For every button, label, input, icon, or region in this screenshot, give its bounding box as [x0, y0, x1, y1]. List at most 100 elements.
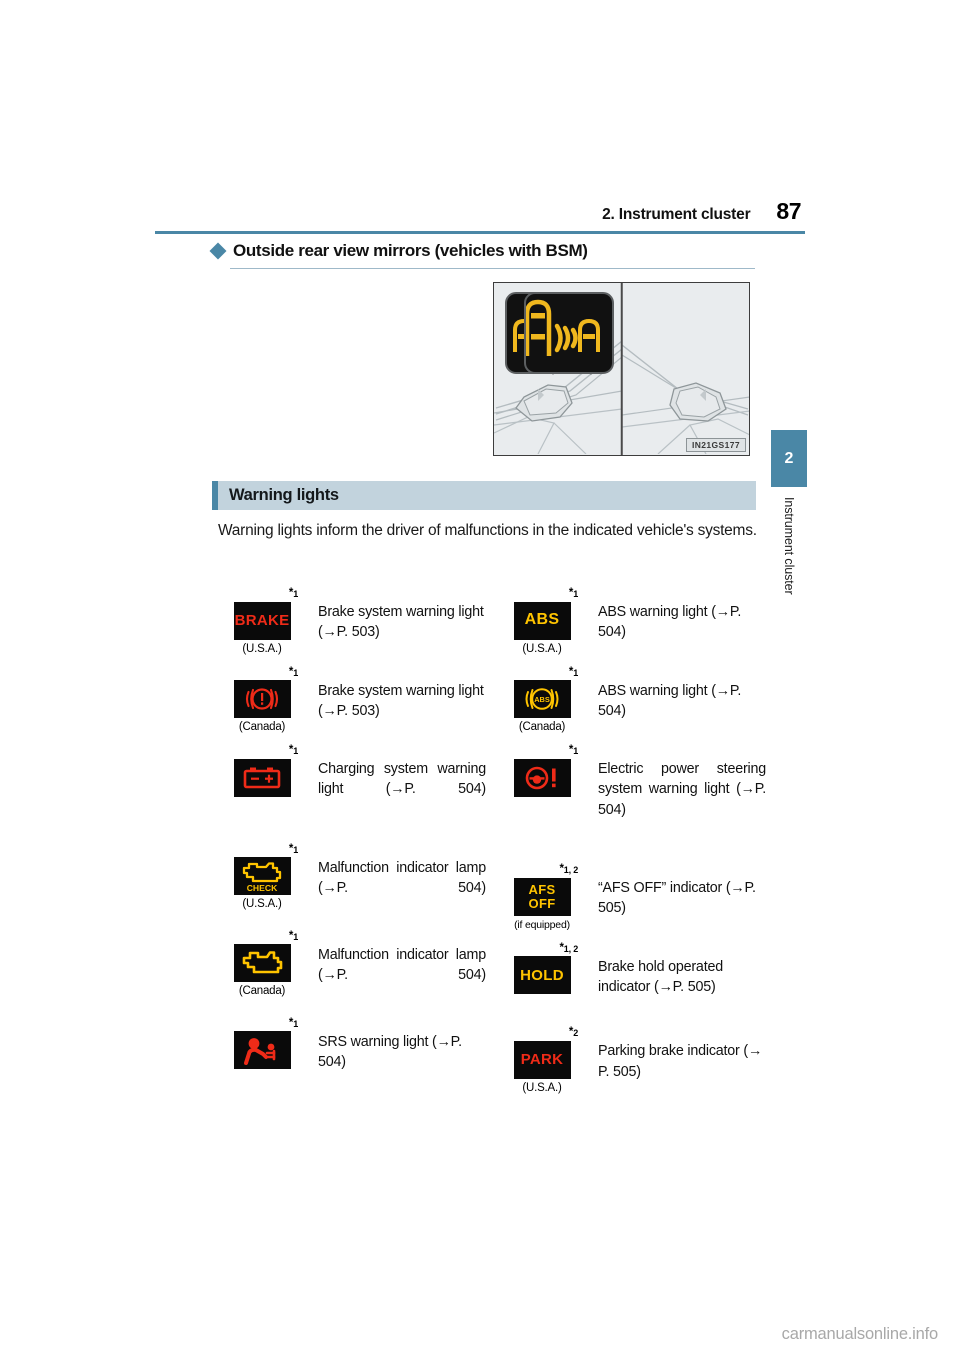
electric-power-steering-warning-icon — [513, 758, 571, 797]
symbol-note: (Canada) — [238, 721, 286, 733]
page-title: 2. Instrument cluster — [602, 206, 751, 223]
symbol-cell: *1 — [216, 1016, 308, 1073]
symbol-label: BRAKE — [234, 611, 290, 629]
symbol-note: (U.S.A.) — [522, 1081, 562, 1094]
chapter-tab-label-text: Instrument cluster — [782, 497, 796, 595]
right-mirror-illustration — [621, 283, 749, 455]
footnote-marker: *1, 2 — [559, 863, 579, 876]
brake-exclamation-circle-glyph — [245, 688, 279, 710]
footnote-marker: *1 — [288, 1016, 298, 1029]
warning-light-description: SRS warning light (→P. 504) — [318, 1033, 462, 1070]
brake-circle-warning-icon — [233, 680, 291, 718]
mirror-bsm-figure: IN21GS177 — [493, 282, 750, 456]
figure-right-panel — [621, 283, 749, 455]
section-intro-text: Warning lights inform the driver of malf… — [218, 522, 757, 539]
table-row: *1 BRAKE (U.S.A.) Brake system warning l… — [216, 587, 486, 655]
footnote-marker: *1, 2 — [559, 941, 579, 954]
engine-glyph — [242, 951, 283, 974]
check-text: CHECK — [247, 883, 278, 893]
table-row: *1, 2 HOLD Brake hold operated indicator… — [496, 941, 766, 998]
warning-lights-right-column: *1 ABS (U.S.A.) ABS warning light (→P. 5… — [496, 587, 766, 1094]
table-row: *1 ABS (U.S.A.) ABS warning light (→P. 5… — [496, 587, 766, 655]
malfunction-indicator-check-icon: CHECK — [233, 857, 291, 896]
table-row: *1 Charging system warning light (→P. 50… — [216, 744, 486, 820]
symbol-cell: *1 ABS (U.S.A.) — [496, 587, 588, 655]
warning-light-description: ABS warning light (→P. 504) — [598, 604, 742, 641]
table-row: *1 CHECK (U.S.A.) Malfunction indicator … — [216, 843, 486, 919]
page-header: 2. Instrument cluster 87 — [155, 200, 805, 234]
warning-light-description: Brake system warning light (→P. 503) — [318, 604, 484, 641]
table-row: *1 (Canada) Malfunction indicator lamp (… — [216, 929, 486, 1006]
footnote-marker: *1 — [288, 587, 298, 599]
chapter-tab-label: Instrument cluster — [771, 497, 807, 677]
subsection-heading-label: Outside rear view mirrors (vehicles with… — [233, 241, 588, 260]
warning-light-description: Parking brake indicator (→ P. 505) — [598, 1043, 763, 1080]
diamond-bullet-icon — [209, 242, 227, 260]
warning-lights-table: *1 BRAKE (U.S.A.) Brake system warning l… — [216, 587, 766, 1094]
table-row: *2 PARK (U.S.A.) Parking brake indicator… — [496, 1027, 766, 1094]
symbol-label: AFS OFF — [528, 882, 556, 911]
symbol-note: (Canada) — [238, 985, 286, 998]
section-header-band: Warning lights — [212, 481, 756, 510]
warning-light-description: Malfunction indicator lamp (→P. 504) — [318, 859, 486, 897]
abs-inner-text: ABS — [534, 695, 550, 704]
symbol-cell: *1 (Canada) — [216, 665, 308, 733]
charging-system-warning-icon — [233, 758, 291, 797]
bsm-right-indicator-icon — [524, 299, 600, 356]
chapter-tab: 2 — [771, 430, 807, 487]
brake-text-warning-icon: BRAKE — [233, 601, 291, 640]
header-divider — [155, 231, 805, 234]
footnote-marker: *1 — [568, 587, 578, 599]
symbol-cell: *1 (Canada) — [216, 929, 308, 998]
symbol-cell: *1 CHECK (U.S.A.) — [216, 843, 308, 911]
subsection-heading: Outside rear view mirrors (vehicles with… — [209, 241, 812, 261]
footnote-marker: *1 — [288, 929, 298, 942]
site-watermark: carmanualsonline.info — [781, 1325, 939, 1343]
table-row: *1, 2 AFS OFF (if equipped) “AFS OFF” ind… — [496, 864, 766, 931]
symbol-label: ABS — [524, 611, 560, 629]
symbol-label: HOLD — [520, 966, 564, 984]
battery-glyph — [243, 767, 281, 788]
footnote-marker: *1 — [568, 665, 578, 678]
abs-text-warning-icon: ABS — [513, 601, 571, 640]
warning-light-description: “AFS OFF” indicator (→P. 505) — [598, 880, 756, 917]
figure-code-label: IN21GS177 — [685, 438, 746, 452]
warning-light-description: ABS warning light (→P. 504) — [598, 682, 742, 719]
figure-divider — [620, 283, 623, 455]
table-row: *1 SRS warning light (→P. 504) — [216, 1016, 486, 1073]
brake-hold-indicator-icon: HOLD — [513, 956, 571, 995]
engine-check-glyph: CHECK — [242, 862, 282, 893]
symbol-note: (Canada) — [518, 721, 566, 733]
symbol-cell: *1 BRAKE (U.S.A.) — [216, 587, 308, 655]
srs-airbag-glyph — [244, 1038, 276, 1066]
table-row: *1 ABS (Canada) ABS warning light (→P. 5… — [496, 665, 766, 733]
abs-circle-warning-icon: ABS — [513, 680, 571, 718]
chapter-tab-number: 2 — [784, 449, 794, 467]
footnote-marker: *2 — [568, 1026, 578, 1039]
subsection-divider — [230, 268, 755, 269]
parking-brake-indicator-icon: PARK — [513, 1040, 571, 1079]
footnote-marker: *1 — [568, 744, 578, 756]
table-row: *1 Electric power steering system warnin… — [496, 744, 766, 840]
symbol-note: (U.S.A.) — [522, 642, 562, 655]
warning-lights-left-column: *1 BRAKE (U.S.A.) Brake system warning l… — [216, 587, 486, 1094]
symbol-note: (U.S.A.) — [242, 642, 282, 655]
warning-light-description: Brake system warning light (→P. 503) — [318, 682, 484, 719]
warning-light-description: Charging system warning light (→P. 504) — [318, 761, 486, 798]
symbol-note: (if equipped) — [514, 918, 570, 931]
symbol-cell: *1 — [496, 744, 588, 800]
abs-circle-glyph: ABS — [525, 688, 559, 710]
symbol-cell: *1, 2 HOLD — [496, 941, 588, 998]
symbol-cell: *1 — [216, 744, 308, 800]
symbol-label: PARK — [520, 1051, 564, 1069]
right-bsm-indicator-box — [524, 292, 614, 374]
steering-wheel-exclamation-glyph — [525, 766, 556, 789]
page-number: 87 — [776, 198, 801, 224]
afs-off-indicator-icon: AFS OFF — [513, 877, 571, 916]
section-title: Warning lights — [229, 486, 339, 504]
malfunction-indicator-icon — [233, 944, 291, 983]
footnote-marker: *1 — [288, 665, 298, 678]
srs-airbag-warning-icon — [233, 1031, 291, 1070]
warning-light-description: Malfunction indicator lamp (→P. 504) — [318, 946, 486, 984]
symbol-note: (U.S.A.) — [242, 898, 282, 911]
